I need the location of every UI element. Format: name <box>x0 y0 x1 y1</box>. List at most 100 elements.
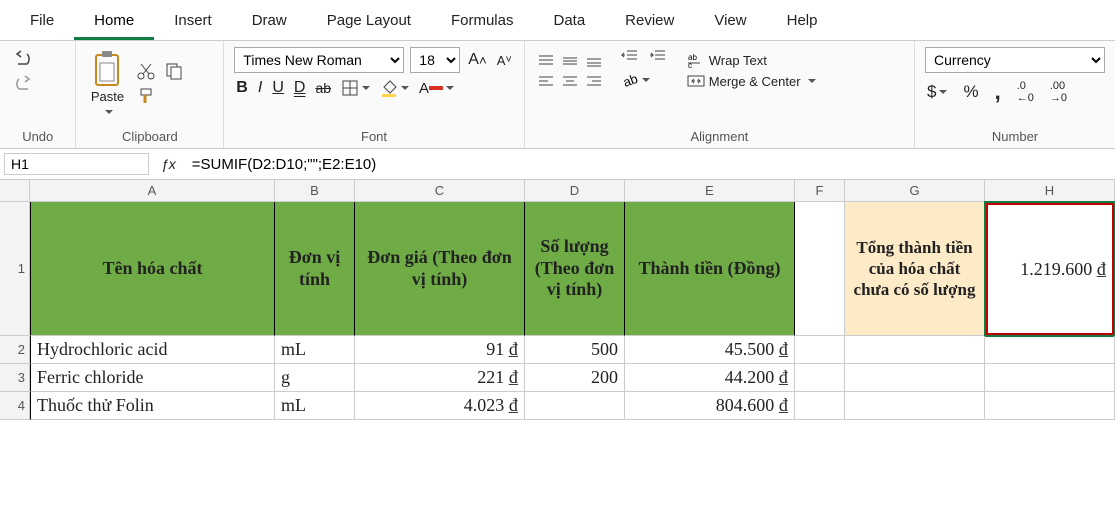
decrease-font-button[interactable]: A˅ <box>495 51 514 70</box>
fill-color-button[interactable] <box>378 77 411 99</box>
col-header-g[interactable]: G <box>845 180 985 202</box>
undo-button[interactable] <box>10 47 36 71</box>
col-header-b[interactable]: B <box>275 180 355 202</box>
cell-c3[interactable]: 221 ₫ <box>355 364 525 392</box>
col-header-d[interactable]: D <box>525 180 625 202</box>
cut-button[interactable] <box>134 59 158 83</box>
bold-button[interactable]: B <box>234 77 250 99</box>
cell-d1[interactable]: Số lượng (Theo đơn vị tính) <box>525 202 625 336</box>
cell-c1[interactable]: Đơn giá (Theo đơn vị tính) <box>355 202 525 336</box>
ribbon: Undo Paste Clipboard Times New Roman 18 … <box>0 41 1115 149</box>
cell-h2[interactable] <box>985 336 1115 364</box>
paste-dropdown-icon[interactable] <box>102 104 113 119</box>
cell-e3[interactable]: 44.200 ₫ <box>625 364 795 392</box>
copy-button[interactable] <box>162 59 186 83</box>
group-font: Times New Roman 18 A˄ A˅ B I U D ab A Fo… <box>224 41 524 148</box>
borders-button[interactable] <box>339 77 372 99</box>
cell-e4[interactable]: 804.600 ₫ <box>625 392 795 420</box>
cell-g3[interactable] <box>845 364 985 392</box>
copy-icon <box>164 61 184 81</box>
double-underline-button[interactable]: D <box>292 77 308 99</box>
cell-f3[interactable] <box>795 364 845 392</box>
cell-c4[interactable]: 4.023 ₫ <box>355 392 525 420</box>
col-header-f[interactable]: F <box>795 180 845 202</box>
orientation-button[interactable]: ab <box>619 69 652 91</box>
tab-formulas[interactable]: Formulas <box>431 4 534 40</box>
select-all-corner[interactable] <box>0 180 30 202</box>
cell-h1[interactable]: 1.219.600 ₫ <box>985 202 1115 336</box>
align-right-button[interactable] <box>583 72 605 90</box>
tab-draw[interactable]: Draw <box>232 4 307 40</box>
col-header-h[interactable]: H <box>985 180 1115 202</box>
strikethrough-button[interactable]: ab <box>313 78 333 98</box>
cell-b3[interactable]: g <box>275 364 355 392</box>
cell-d4[interactable] <box>525 392 625 420</box>
row-header-2[interactable]: 2 <box>0 336 30 364</box>
group-number: Currency $ % , .0←0 .00→0 Number <box>915 41 1115 148</box>
comma-button[interactable]: , <box>993 77 1003 107</box>
cell-e1[interactable]: Thành tiền (Đồng) <box>625 202 795 336</box>
cell-f1[interactable] <box>795 202 845 336</box>
col-header-e[interactable]: E <box>625 180 795 202</box>
font-color-button[interactable]: A <box>417 78 456 99</box>
cell-c2[interactable]: 91 ₫ <box>355 336 525 364</box>
increase-indent-button[interactable] <box>647 47 669 65</box>
cell-g4[interactable] <box>845 392 985 420</box>
tab-home[interactable]: Home <box>74 4 154 40</box>
bucket-icon <box>380 79 398 97</box>
tab-page-layout[interactable]: Page Layout <box>307 4 431 40</box>
redo-button[interactable] <box>10 72 36 96</box>
align-left-button[interactable] <box>535 72 557 90</box>
percent-button[interactable]: % <box>961 80 980 104</box>
cell-a3[interactable]: Ferric chloride <box>30 364 275 392</box>
cell-g2[interactable] <box>845 336 985 364</box>
increase-font-button[interactable]: A˄ <box>466 49 488 71</box>
tab-review[interactable]: Review <box>605 4 694 40</box>
row-header-3[interactable]: 3 <box>0 364 30 392</box>
col-header-a[interactable]: A <box>30 180 275 202</box>
cell-b2[interactable]: mL <box>275 336 355 364</box>
cell-d3[interactable]: 200 <box>525 364 625 392</box>
tab-insert[interactable]: Insert <box>154 4 232 40</box>
cell-f2[interactable] <box>795 336 845 364</box>
wrap-text-button[interactable]: abcWrap Text <box>685 50 769 70</box>
fx-icon[interactable]: ƒx <box>155 156 182 172</box>
align-top-button[interactable] <box>535 52 557 70</box>
col-header-c[interactable]: C <box>355 180 525 202</box>
font-name-select[interactable]: Times New Roman <box>234 47 404 73</box>
italic-button[interactable]: I <box>256 77 264 99</box>
underline-button[interactable]: U <box>270 77 286 99</box>
align-middle-button[interactable] <box>559 52 581 70</box>
merge-center-button[interactable]: Merge & Center <box>685 71 818 91</box>
tab-file[interactable]: File <box>10 4 74 40</box>
format-painter-button[interactable] <box>134 84 158 108</box>
tab-view[interactable]: View <box>694 4 766 40</box>
cell-f4[interactable] <box>795 392 845 420</box>
cell-h4[interactable] <box>985 392 1115 420</box>
paste-button[interactable]: Paste <box>86 47 128 121</box>
row-header-1[interactable]: 1 <box>0 202 30 336</box>
tab-help[interactable]: Help <box>767 4 838 40</box>
font-size-select[interactable]: 18 <box>410 47 460 73</box>
align-center-button[interactable] <box>559 72 581 90</box>
name-box[interactable] <box>4 153 149 175</box>
decrease-decimal-button[interactable]: .00→0 <box>1048 78 1069 106</box>
currency-button[interactable]: $ <box>925 80 949 104</box>
cell-g1[interactable]: Tổng thành tiền của hóa chất chưa có số … <box>845 202 985 336</box>
cell-h3[interactable] <box>985 364 1115 392</box>
formula-input[interactable] <box>188 154 1111 175</box>
cell-d2[interactable]: 500 <box>525 336 625 364</box>
cell-a1[interactable]: Tên hóa chất <box>30 202 275 336</box>
tab-data[interactable]: Data <box>533 4 605 40</box>
number-format-select[interactable]: Currency <box>925 47 1105 73</box>
group-font-label: Font <box>234 129 513 146</box>
cell-a4[interactable]: Thuốc thử Folin <box>30 392 275 420</box>
increase-decimal-button[interactable]: .0←0 <box>1015 78 1036 106</box>
cell-e2[interactable]: 45.500 ₫ <box>625 336 795 364</box>
decrease-indent-button[interactable] <box>619 47 641 65</box>
cell-a2[interactable]: Hydrochloric acid <box>30 336 275 364</box>
cell-b1[interactable]: Đơn vị tính <box>275 202 355 336</box>
align-bottom-button[interactable] <box>583 52 605 70</box>
row-header-4[interactable]: 4 <box>0 392 30 420</box>
cell-b4[interactable]: mL <box>275 392 355 420</box>
